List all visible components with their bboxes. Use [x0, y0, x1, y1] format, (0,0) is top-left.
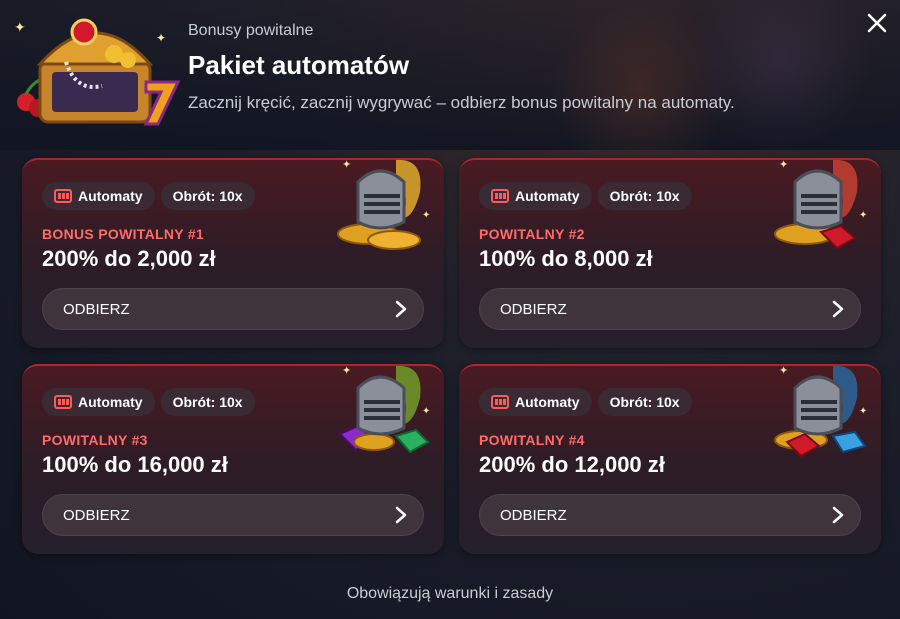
svg-text:✦: ✦: [156, 31, 166, 45]
svg-text:✦: ✦: [14, 20, 26, 36]
claim-button[interactable]: ODBIERZ: [479, 288, 861, 330]
svg-text:✦: ✦: [779, 158, 788, 171]
slot-machine-icon: [491, 189, 509, 203]
wager-label: Obrót: 10x: [609, 394, 680, 410]
terms-link[interactable]: Obowiązują warunki i zasady: [0, 585, 900, 603]
chevron-right-icon: [832, 506, 844, 524]
svg-text:✦: ✦: [342, 364, 351, 377]
wager-label: Obrót: 10x: [172, 188, 243, 204]
chevron-right-icon: [395, 506, 407, 524]
claim-button-label: ODBIERZ: [63, 300, 130, 318]
chevron-right-icon: [832, 300, 844, 318]
slot-machine-icon: [54, 189, 72, 203]
svg-text:✦: ✦: [422, 210, 430, 221]
wager-tag: Obrót: 10x: [160, 182, 255, 210]
page-description: Zacznij kręcić, zacznij wygrywać – odbie…: [188, 93, 735, 112]
category-tag: Automaty: [42, 182, 155, 210]
page-subtitle: Bonusy powitalne: [188, 22, 314, 39]
slot-machine-icon: [491, 395, 509, 409]
bonus-label: POWITALNY #2: [479, 226, 585, 242]
svg-text:✦: ✦: [342, 158, 351, 171]
wager-label: Obrót: 10x: [609, 188, 680, 204]
category-tag: Automaty: [42, 388, 155, 416]
treasure-chest-icon: ✦ ✦: [14, 18, 181, 126]
bonus-label: BONUS POWITALNY #1: [42, 226, 205, 242]
bonus-label: POWITALNY #3: [42, 432, 148, 448]
wager-tag: Obrót: 10x: [597, 182, 692, 210]
knight-helmet-icon: ✦ ✦: [337, 158, 430, 250]
svg-text:✦: ✦: [859, 210, 867, 221]
close-button[interactable]: [864, 10, 890, 36]
category-tag: Automaty: [479, 388, 592, 416]
category-label: Automaty: [515, 188, 580, 204]
knight-helmet-icon: ✦ ✦: [338, 364, 430, 454]
wager-label: Obrót: 10x: [172, 394, 243, 410]
page-title: Pakiet automatów: [188, 50, 410, 80]
claim-button-label: ODBIERZ: [63, 506, 130, 524]
wager-tag: Obrót: 10x: [160, 388, 255, 416]
bonus-amount: 100% do 8,000 zł: [479, 246, 653, 271]
bonus-card-3: ✦ ✦ Automaty Obrót: 10x POWITALNY #3 100…: [22, 364, 444, 554]
bonus-card-4: ✦ ✦ Automaty Obrót: 10x POWITALNY #4 200…: [459, 364, 881, 554]
category-label: Automaty: [78, 188, 143, 204]
claim-button-label: ODBIERZ: [500, 300, 567, 318]
chevron-right-icon: [395, 300, 407, 318]
close-icon: [867, 13, 887, 33]
wager-tag: Obrót: 10x: [597, 388, 692, 416]
svg-text:✦: ✦: [779, 364, 788, 377]
claim-button[interactable]: ODBIERZ: [42, 288, 424, 330]
svg-text:✦: ✦: [859, 406, 867, 417]
slot-machine-icon: [54, 395, 72, 409]
category-label: Automaty: [515, 394, 580, 410]
bonus-card-2: ✦ ✦ Automaty Obrót: 10x POWITALNY #2 100…: [459, 158, 881, 348]
claim-button[interactable]: ODBIERZ: [42, 494, 424, 536]
claim-button[interactable]: ODBIERZ: [479, 494, 861, 536]
knight-helmet-icon: ✦ ✦: [774, 158, 867, 250]
bonus-amount: 200% do 12,000 zł: [479, 452, 665, 477]
category-label: Automaty: [78, 394, 143, 410]
bonus-card-1: ✦ ✦ Automaty Obrót: 10x BONUS POWITALNY …: [22, 158, 444, 348]
knight-helmet-icon: ✦ ✦: [774, 364, 867, 458]
page-header: Bonusy powitalne Pakiet automatów Zaczni…: [188, 22, 735, 113]
bonus-amount: 100% do 16,000 zł: [42, 452, 228, 477]
svg-text:✦: ✦: [422, 406, 430, 417]
bonus-amount: 200% do 2,000 zł: [42, 246, 216, 271]
bonus-label: POWITALNY #4: [479, 432, 585, 448]
category-tag: Automaty: [479, 182, 592, 210]
claim-button-label: ODBIERZ: [500, 506, 567, 524]
